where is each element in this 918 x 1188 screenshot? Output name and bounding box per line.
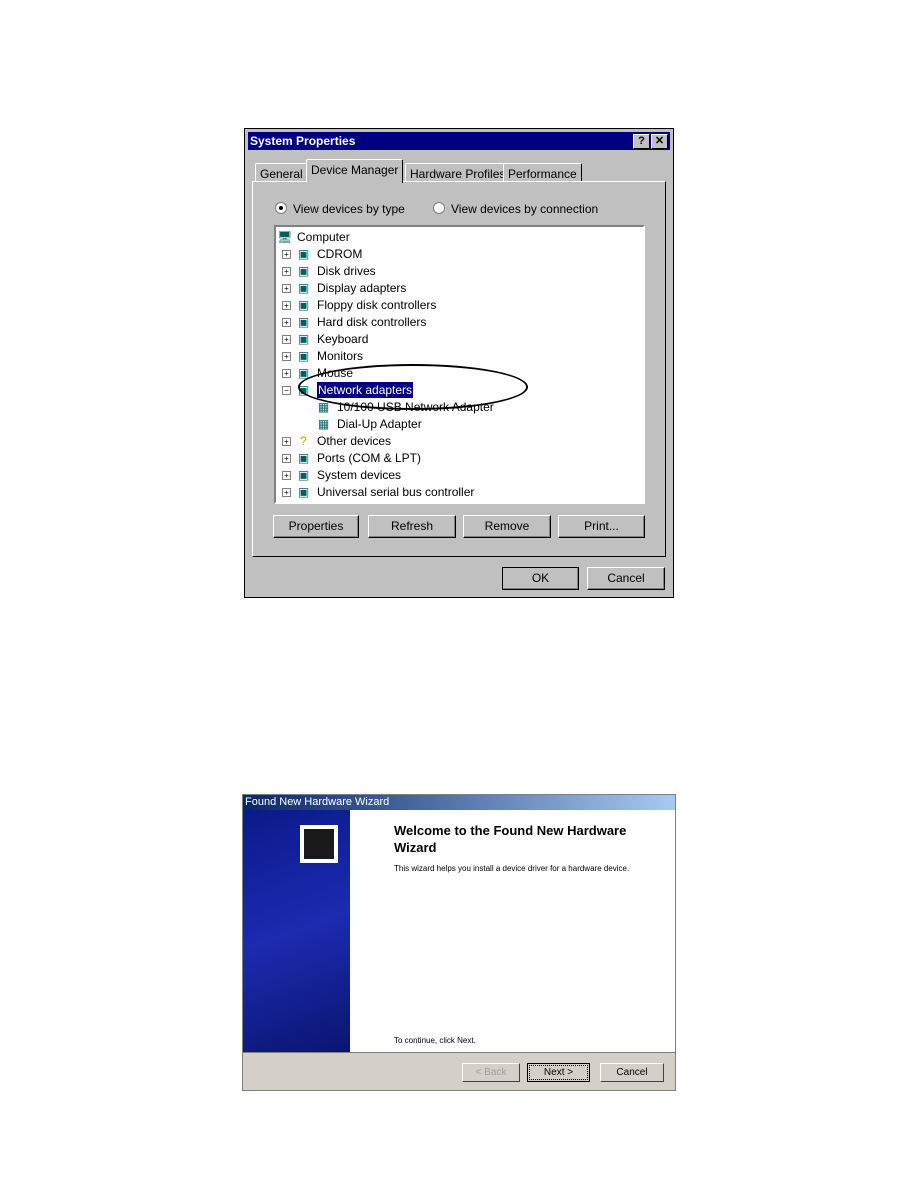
tree-item[interactable]: 🖥 Computer <box>276 229 643 245</box>
tree-item[interactable]: + ▣ Universal serial bus controller <box>276 484 643 500</box>
device-icon: ▣ <box>297 281 310 295</box>
radio-by-type[interactable]: View devices by type <box>275 202 405 216</box>
remove-button[interactable]: Remove <box>463 515 551 538</box>
device-icon: ▣ <box>297 247 310 261</box>
tree-item[interactable]: +? Other devices <box>276 433 643 449</box>
document-page: System Properties ? ✕ General Device Man… <box>0 0 918 1188</box>
tree-item-label: Monitors <box>317 349 364 363</box>
expand-icon[interactable]: + <box>282 369 291 378</box>
expand-icon[interactable]: + <box>282 267 291 276</box>
expand-icon[interactable]: + <box>282 471 291 480</box>
expand-icon[interactable]: + <box>282 335 291 344</box>
found-new-hardware-wizard: Found New Hardware Wizard Welcome to the… <box>242 794 676 1091</box>
refresh-button[interactable]: Refresh <box>368 515 456 538</box>
title-bar: System Properties ? ✕ <box>248 132 670 150</box>
expand-icon[interactable]: + <box>282 284 291 293</box>
tree-item-label: System devices <box>317 468 402 482</box>
radio-label: View devices by connection <box>451 202 599 216</box>
expand-icon[interactable]: + <box>282 437 291 446</box>
wizard-heading: Welcome to the Found New Hardware Wizard <box>394 823 627 855</box>
expand-icon[interactable]: + <box>282 352 291 361</box>
properties-button[interactable]: Properties <box>273 515 359 538</box>
tree-item-label: Other devices <box>317 434 392 448</box>
tree-item[interactable]: + ▣ Display adapters <box>276 280 643 296</box>
close-button[interactable]: ✕ <box>651 134 668 149</box>
tab-hardware-profiles[interactable]: Hardware Profiles <box>405 163 511 182</box>
device-icon: ▣ <box>297 315 310 329</box>
wizard-cancel-button[interactable]: Cancel <box>600 1063 664 1082</box>
expand-icon[interactable]: + <box>282 454 291 463</box>
tree-item[interactable]: + ▣ CDROM <box>276 246 643 262</box>
device-icon: 🖥 <box>277 230 293 244</box>
tree-item-label: Universal serial bus controller <box>317 485 475 499</box>
device-icon: ▣ <box>297 451 310 465</box>
tree-item[interactable]: + ▣ Hard disk controllers <box>276 314 643 330</box>
wizard-continue: To continue, click Next. <box>394 1036 476 1045</box>
radio-unchecked-icon <box>433 202 445 214</box>
tree-item[interactable]: + ▣ Monitors <box>276 348 643 364</box>
expand-icon[interactable]: + <box>282 318 291 327</box>
dialog-title: System Properties <box>250 134 356 148</box>
tree-item[interactable]: + ▣ Disk drives <box>276 263 643 279</box>
collapse-icon[interactable]: − <box>282 386 291 395</box>
wizard-body: This wizard helps you install a device d… <box>394 864 630 873</box>
device-icon: ▣ <box>297 264 310 278</box>
tree-item[interactable]: ▦ Dial-Up Adapter <box>276 416 643 432</box>
tree-item-label: CDROM <box>317 247 363 261</box>
tree-item-label: Hard disk controllers <box>317 315 427 329</box>
help-button[interactable]: ? <box>633 134 650 149</box>
system-properties-dialog: System Properties ? ✕ General Device Man… <box>244 128 674 598</box>
radio-label: View devices by type <box>293 202 405 216</box>
device-icon: ▦ <box>317 417 330 431</box>
device-icon: ▣ <box>297 332 310 346</box>
tab-performance[interactable]: Performance <box>503 163 582 182</box>
tree-item-label: Display adapters <box>317 281 407 295</box>
print-button[interactable]: Print... <box>558 515 645 538</box>
wizard-banner <box>243 810 350 1052</box>
ok-button[interactable]: OK <box>502 567 579 590</box>
hardware-icon <box>300 825 338 863</box>
tree-item-label: Computer <box>297 230 350 244</box>
device-icon: ▣ <box>297 485 310 499</box>
back-button[interactable]: < Back <box>462 1063 520 1082</box>
tree-item-label: Floppy disk controllers <box>317 298 437 312</box>
expand-icon[interactable]: + <box>282 488 291 497</box>
tree-item-label: Ports (COM & LPT) <box>317 451 422 465</box>
expand-icon[interactable]: + <box>282 301 291 310</box>
tab-device-manager[interactable]: Device Manager <box>306 159 404 183</box>
cancel-button[interactable]: Cancel <box>587 567 665 590</box>
tree-item[interactable]: + ▣ System devices <box>276 467 643 483</box>
highlight-ellipse <box>298 364 528 410</box>
tree-item[interactable]: + ▣ Floppy disk controllers <box>276 297 643 313</box>
radio-by-connection[interactable]: View devices by connection <box>433 202 598 216</box>
tab-general[interactable]: General <box>255 163 308 182</box>
device-icon: ▣ <box>297 349 310 363</box>
tree-item-label: Keyboard <box>317 332 369 346</box>
radio-checked-icon <box>275 202 287 214</box>
tree-item-label: Disk drives <box>317 264 376 278</box>
expand-icon[interactable]: + <box>282 250 291 259</box>
device-tree[interactable]: 🖥 Computer + ▣ CDROM + ▣ Disk drives + ▣ Display a… <box>274 225 645 504</box>
device-icon: ? <box>300 434 307 448</box>
tree-item[interactable]: + ▣ Keyboard <box>276 331 643 347</box>
next-button[interactable]: Next > <box>527 1063 590 1082</box>
wizard-title-bar: Found New Hardware Wizard <box>243 795 675 810</box>
device-icon: ▣ <box>297 298 310 312</box>
tree-item-label: Dial-Up Adapter <box>337 417 422 431</box>
tree-item[interactable]: + ▣ Ports (COM & LPT) <box>276 450 643 466</box>
device-icon: ▣ <box>297 468 310 482</box>
